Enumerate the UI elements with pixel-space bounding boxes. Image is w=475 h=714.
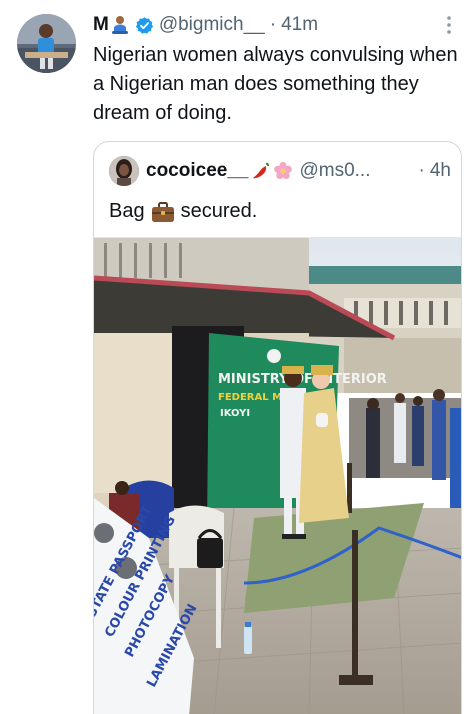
author-display-name[interactable]: M [93,14,109,36]
quoted-text-end: secured. [180,200,258,222]
quoted-separator: · [418,160,425,181]
briefcase-icon [151,201,175,223]
tweet-timestamp[interactable]: 41m [281,14,318,36]
quoted-tweet-card[interactable]: cocoicee__ @ms0... · 4h Bag secured. MIN… [93,141,462,714]
chili-pepper-icon [253,162,270,179]
quoted-tweet-header: cocoicee__ @ms0... · 4h [109,155,451,187]
quoted-time-value: 4h [429,160,451,181]
tweet-text: Nigerian women always convulsing when a … [93,44,458,124]
person-emoji-icon [111,15,129,35]
quoted-author-avatar[interactable] [109,156,139,186]
quoted-tweet-text: Bag secured. [109,200,257,223]
quoted-text-start: Bag [109,200,145,222]
tweet-header: M @bigmich__ · 41m [93,12,459,38]
sign-line-1: MINISTRY OF INTERIOR [218,372,387,387]
verified-badge-icon [135,16,154,35]
sign-line-3: IKOYI [220,408,250,419]
wedding-photo-illustration: MINISTRY OF INTERIOR FEDERAL MARRIAGE IK… [94,238,461,714]
author-avatar[interactable] [17,14,76,73]
quoted-author-display-name[interactable]: cocoicee__ [146,160,248,182]
quoted-name-emoji [251,161,293,181]
author-handle[interactable]: @bigmich__ [159,14,265,36]
more-options-icon[interactable] [439,14,459,36]
avatar-photo [17,14,76,73]
quoted-tweet-timestamp[interactable]: · 4h [419,160,451,182]
header-separator: · [269,14,277,35]
quoted-tweet-photo[interactable]: MINISTRY OF INTERIOR FEDERAL MARRIAGE IK… [94,237,461,714]
quoted-author-handle[interactable]: @ms0... [299,160,370,182]
cherry-blossom-icon [274,161,293,180]
